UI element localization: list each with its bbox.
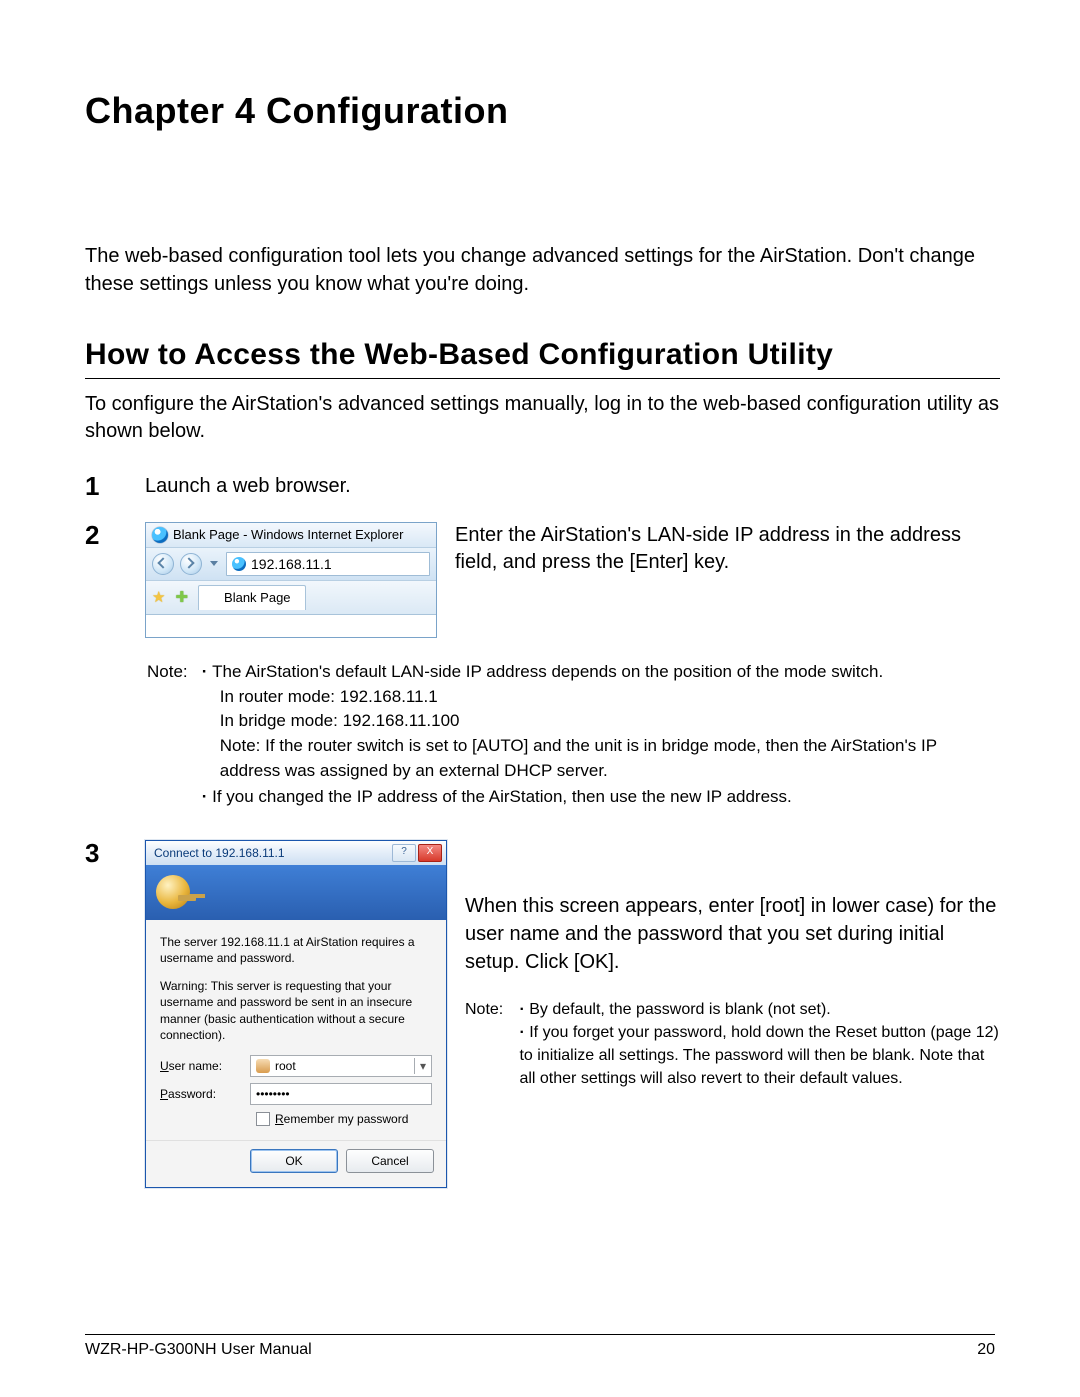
step-text: Enter the AirStation's LAN-side IP addre…	[455, 522, 1000, 576]
manual-page: Chapter 4 Configuration The web-based co…	[0, 0, 1080, 1397]
dialog-title-bar: Connect to 192.168.11.1 ? X	[146, 841, 446, 865]
chapter-intro: The web-based configuration tool lets yo…	[85, 242, 1000, 298]
username-row: User name: root ▾	[160, 1055, 432, 1077]
help-button[interactable]: ?	[392, 844, 416, 862]
remember-row[interactable]: Remember my password	[256, 1111, 432, 1127]
note-item: If you forget your password, hold down t…	[519, 1021, 999, 1091]
favorites-bar: ★ ✚ Blank Page	[146, 580, 436, 614]
address-bar[interactable]: 192.168.11.1	[226, 552, 430, 577]
tab-label: Blank Page	[224, 589, 291, 607]
section-title: How to Access the Web-Based Configuratio…	[85, 338, 1000, 372]
dialog-footer: OK Cancel	[146, 1140, 446, 1187]
password-label: Password:	[160, 1086, 250, 1102]
page-icon	[232, 557, 246, 571]
note-label: Note:	[147, 660, 197, 685]
footer-manual-name: WZR-HP-G300NH User Manual	[85, 1341, 312, 1359]
step-number: 1	[85, 473, 145, 499]
username-label: User name:	[160, 1058, 250, 1074]
dialog-title-text: Connect to 192.168.11.1	[154, 845, 285, 861]
dropdown-icon[interactable]: ▾	[414, 1058, 426, 1074]
dialog-hero	[146, 865, 446, 920]
step-1: 1 Launch a web browser.	[85, 473, 1000, 500]
browser-viewport	[146, 614, 436, 637]
step-2: 2 Blank Page - Windows Internet Explorer	[85, 522, 1000, 638]
note-item: By default, the password is blank (not s…	[519, 998, 999, 1021]
forward-button[interactable]	[180, 553, 202, 575]
dialog-warning: Warning: This server is requesting that …	[160, 978, 432, 1043]
close-button[interactable]: X	[418, 844, 442, 862]
footer-page-number: 20	[977, 1341, 995, 1359]
step-number: 2	[85, 522, 145, 548]
chapter-title: Chapter 4 Configuration	[85, 90, 1000, 132]
browser-screenshot: Blank Page - Windows Internet Explorer 1…	[145, 522, 437, 638]
username-field[interactable]: root ▾	[250, 1055, 432, 1077]
back-button[interactable]	[152, 553, 174, 575]
favorites-star-icon[interactable]: ★	[152, 588, 165, 608]
login-dialog: Connect to 192.168.11.1 ? X The server 1…	[145, 840, 447, 1188]
username-value: root	[275, 1058, 296, 1074]
browser-title-text: Blank Page - Windows Internet Explorer	[173, 526, 404, 544]
password-field[interactable]: ••••••••	[250, 1083, 432, 1105]
add-favorite-icon[interactable]: ✚	[175, 588, 188, 608]
checkbox-icon[interactable]	[256, 1112, 270, 1126]
section-intro: To configure the AirStation's advanced s…	[85, 391, 1000, 445]
remember-label: Remember my password	[275, 1111, 408, 1127]
ie-icon	[152, 527, 168, 543]
note-block: Note: The AirStation's default LAN-side …	[147, 660, 1000, 810]
ok-button[interactable]: OK	[250, 1149, 338, 1173]
password-value: ••••••••	[256, 1086, 290, 1102]
section-rule	[85, 378, 1000, 379]
browser-title-bar: Blank Page - Windows Internet Explorer	[146, 523, 436, 547]
step3-side: When this screen appears, enter [root] i…	[465, 840, 1000, 1091]
note-item: The AirStation's default LAN-side IP add…	[202, 660, 995, 783]
step-text: When this screen appears, enter [root] i…	[465, 892, 1000, 976]
step-3: 3 Connect to 192.168.11.1 ? X	[85, 840, 1000, 1188]
cancel-button[interactable]: Cancel	[346, 1149, 434, 1173]
user-icon	[256, 1059, 270, 1073]
browser-tab[interactable]: Blank Page	[198, 585, 306, 610]
page-footer: WZR-HP-G300NH User Manual 20	[85, 1334, 995, 1359]
dialog-msg: The server 192.168.11.1 at AirStation re…	[160, 934, 432, 966]
keys-icon	[156, 875, 190, 909]
step-number: 3	[85, 840, 145, 866]
nav-dropdown-icon[interactable]	[210, 561, 218, 566]
note-item: If you changed the IP address of the Air…	[202, 785, 995, 810]
browser-nav-bar: 192.168.11.1	[146, 547, 436, 581]
dialog-body: The server 192.168.11.1 at AirStation re…	[146, 920, 446, 1140]
password-row: Password: ••••••••	[160, 1083, 432, 1105]
address-text: 192.168.11.1	[251, 555, 332, 574]
ie-icon	[205, 591, 219, 605]
note-label: Note:	[465, 998, 515, 1021]
note-block: Note: By default, the password is blank …	[465, 998, 1000, 1091]
step-text: Launch a web browser.	[145, 473, 1000, 500]
